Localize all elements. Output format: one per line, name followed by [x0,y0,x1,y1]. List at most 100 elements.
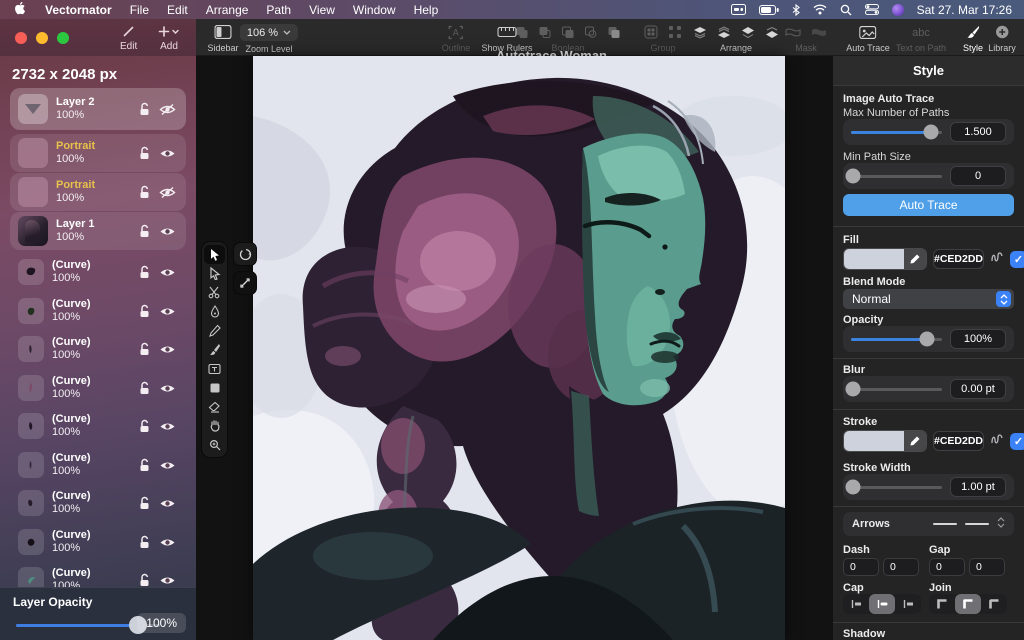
close-window-button[interactable] [15,32,27,44]
menu-window[interactable]: Window [353,3,396,17]
gap-field-2[interactable]: 0 [969,558,1005,576]
dash-field-1[interactable]: 0 [843,558,879,576]
layer-row[interactable]: (Curve)100% [10,448,186,482]
gap-field-1[interactable]: 0 [929,558,965,576]
visibility-on-icon[interactable] [159,225,176,238]
group-tools-group[interactable]: Group [644,24,682,53]
cap-square-option[interactable] [895,594,921,614]
fill-color-swatch[interactable] [843,248,927,270]
outline-mode-button[interactable]: A Outline [442,24,471,53]
zoom-tool[interactable] [204,435,225,454]
lock-icon[interactable] [138,535,151,549]
stroke-path-icon[interactable] [990,432,1004,451]
layer-row[interactable]: Layer 2100% [10,88,186,130]
visibility-on-icon[interactable] [159,459,176,472]
join-bevel-option[interactable] [981,594,1007,614]
layer-row[interactable]: (Curve)100% [10,371,186,405]
bluetooth-icon[interactable] [792,4,800,16]
menu-app-name[interactable]: Vectornator [45,3,112,17]
visibility-on-icon[interactable] [159,266,176,279]
max-paths-slider[interactable] [851,131,942,134]
visibility-on-icon[interactable] [159,343,176,356]
auto-trace-button[interactable]: Auto Trace [846,24,890,53]
layer-row[interactable]: (Curve)100% [10,486,186,520]
blend-mode-select[interactable]: Normal [843,289,1014,309]
node-tool[interactable] [204,264,225,283]
slider-knob[interactable] [845,382,860,397]
menubar-clock[interactable]: Sat 27. Mar 17:26 [917,3,1012,17]
visibility-on-icon[interactable] [159,497,176,510]
max-paths-value[interactable]: 1.500 [950,122,1006,142]
auto-trace-action-button[interactable]: Auto Trace [843,194,1014,216]
stroke-enabled-checkbox[interactable] [1010,433,1024,450]
arrows-select[interactable]: Arrows [843,512,1014,536]
display-icon[interactable] [731,4,746,15]
rotate-mode-button[interactable] [233,242,257,266]
add-layer-button[interactable]: Add [158,25,180,52]
canvas-area[interactable] [196,56,833,640]
pen-tool[interactable] [204,302,225,321]
slider-knob[interactable] [920,332,935,347]
hand-tool[interactable] [204,416,225,435]
layer-row[interactable]: (Curve)100% [10,255,186,289]
stroke-hex-field[interactable]: #CED2DD [933,431,984,451]
dash-field-2[interactable]: 0 [883,558,919,576]
stroke-width-value[interactable]: 1.00 pt [950,477,1006,497]
mask-tools-group[interactable]: Mask [785,24,827,53]
edit-color-icon[interactable] [904,249,926,269]
zoom-level-control[interactable]: 106 % Zoom Level [240,24,298,54]
text-tool[interactable] [204,359,225,378]
artboard[interactable] [253,56,785,640]
visibility-on-icon[interactable] [159,574,176,587]
menu-help[interactable]: Help [414,3,439,17]
scissors-tool[interactable] [204,283,225,302]
menu-arrange[interactable]: Arrange [206,3,249,17]
slider-knob[interactable] [845,169,860,184]
zoom-window-button[interactable] [57,32,69,44]
cap-round-option[interactable] [869,594,895,614]
visibility-on-icon[interactable] [159,305,176,318]
lock-icon[interactable] [138,102,151,116]
eraser-tool[interactable] [204,397,225,416]
style-panel-button[interactable]: Style [963,24,983,53]
min-path-value[interactable]: 0 [950,166,1006,186]
visibility-off-icon[interactable] [159,103,176,116]
opacity-slider[interactable] [851,338,942,341]
lock-icon[interactable] [138,419,151,433]
menu-path[interactable]: Path [266,3,291,17]
blur-value[interactable]: 0.00 pt [950,379,1006,399]
lock-icon[interactable] [138,342,151,356]
arrange-tools-group[interactable]: Arrange [693,24,779,53]
layer-row[interactable]: Portrait100% [10,173,186,211]
minimize-window-button[interactable] [36,32,48,44]
edit-color-icon[interactable] [904,431,926,451]
visibility-on-icon[interactable] [159,420,176,433]
layer-row[interactable]: Layer 1100% [10,212,186,250]
visibility-on-icon[interactable] [159,382,176,395]
stroke-width-slider[interactable] [851,486,942,489]
menu-edit[interactable]: Edit [167,3,188,17]
edit-layers-button[interactable]: Edit [120,25,137,52]
stroke-color-swatch[interactable] [843,430,927,452]
layer-row[interactable]: (Curve)100% [10,332,186,366]
layer-row[interactable]: Portrait100% [10,134,186,172]
lock-icon[interactable] [138,304,151,318]
visibility-on-icon[interactable] [159,536,176,549]
wifi-icon[interactable] [813,4,827,15]
layer-row[interactable]: (Curve)100% [10,525,186,559]
slider-knob[interactable] [845,480,860,495]
opacity-value[interactable]: 100% [950,329,1006,349]
lock-icon[interactable] [138,496,151,510]
control-center-icon[interactable] [865,4,879,15]
lock-icon[interactable] [138,573,151,587]
lock-icon[interactable] [138,224,151,238]
visibility-on-icon[interactable] [159,147,176,160]
fill-path-icon[interactable] [990,250,1004,269]
siri-icon[interactable] [892,4,904,16]
cap-butt-option[interactable] [843,594,869,614]
lock-icon[interactable] [138,146,151,160]
join-miter-option[interactable] [929,594,955,614]
selection-tool[interactable] [204,245,225,264]
lock-icon[interactable] [138,185,151,199]
text-on-path-button[interactable]: abc Text on Path [896,24,946,53]
